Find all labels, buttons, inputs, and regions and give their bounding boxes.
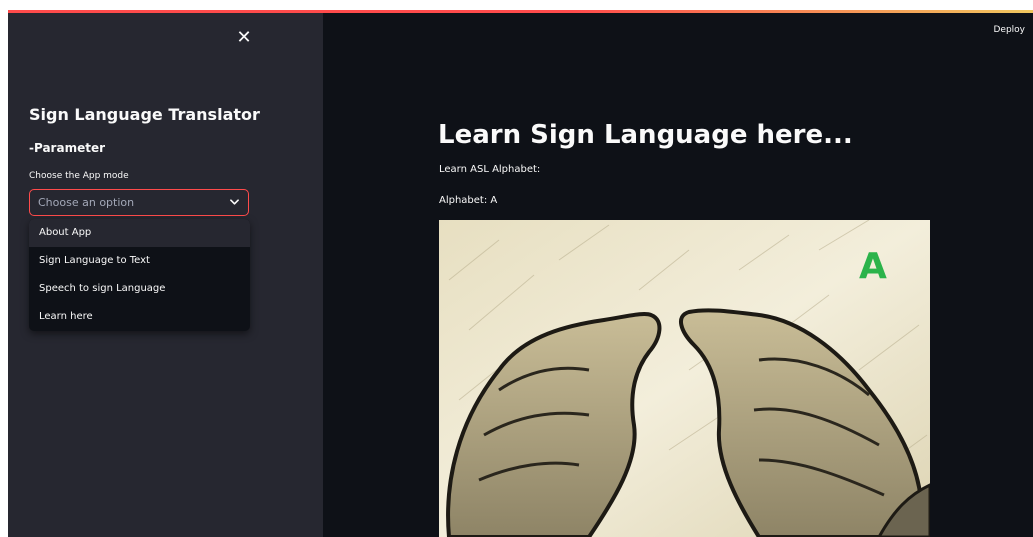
- sidebar-subtitle: -Parameter: [29, 141, 106, 155]
- asl-letter-image: A: [439, 220, 930, 537]
- close-icon: ✕: [236, 27, 252, 48]
- app-mode-select[interactable]: Choose an option: [29, 189, 249, 216]
- page-title: Learn Sign Language here...: [438, 120, 853, 150]
- learn-alphabet-label: Learn ASL Alphabet:: [439, 164, 541, 175]
- option-speech-to-sign[interactable]: Speech to sign Language: [29, 275, 250, 303]
- asl-hand-illustration: A: [439, 220, 930, 537]
- app-window: ✕ Sign Language Translator -Parameter Ch…: [8, 10, 1033, 537]
- option-sign-to-text[interactable]: Sign Language to Text: [29, 247, 250, 275]
- app-mode-label: Choose the App mode: [29, 171, 129, 181]
- option-learn-here[interactable]: Learn here: [29, 303, 250, 331]
- chevron-down-icon: [230, 199, 239, 205]
- sidebar: ✕ Sign Language Translator -Parameter Ch…: [8, 13, 323, 537]
- close-sidebar-button[interactable]: ✕: [233, 27, 255, 49]
- sidebar-title: Sign Language Translator: [29, 105, 260, 124]
- option-about-app[interactable]: About App: [29, 219, 250, 247]
- deploy-button[interactable]: Deploy: [993, 25, 1025, 35]
- select-placeholder: Choose an option: [38, 196, 135, 209]
- image-letter: A: [859, 246, 887, 287]
- alphabet-value: Alphabet: A: [439, 195, 498, 206]
- app-mode-dropdown: About App Sign Language to Text Speech t…: [29, 219, 250, 331]
